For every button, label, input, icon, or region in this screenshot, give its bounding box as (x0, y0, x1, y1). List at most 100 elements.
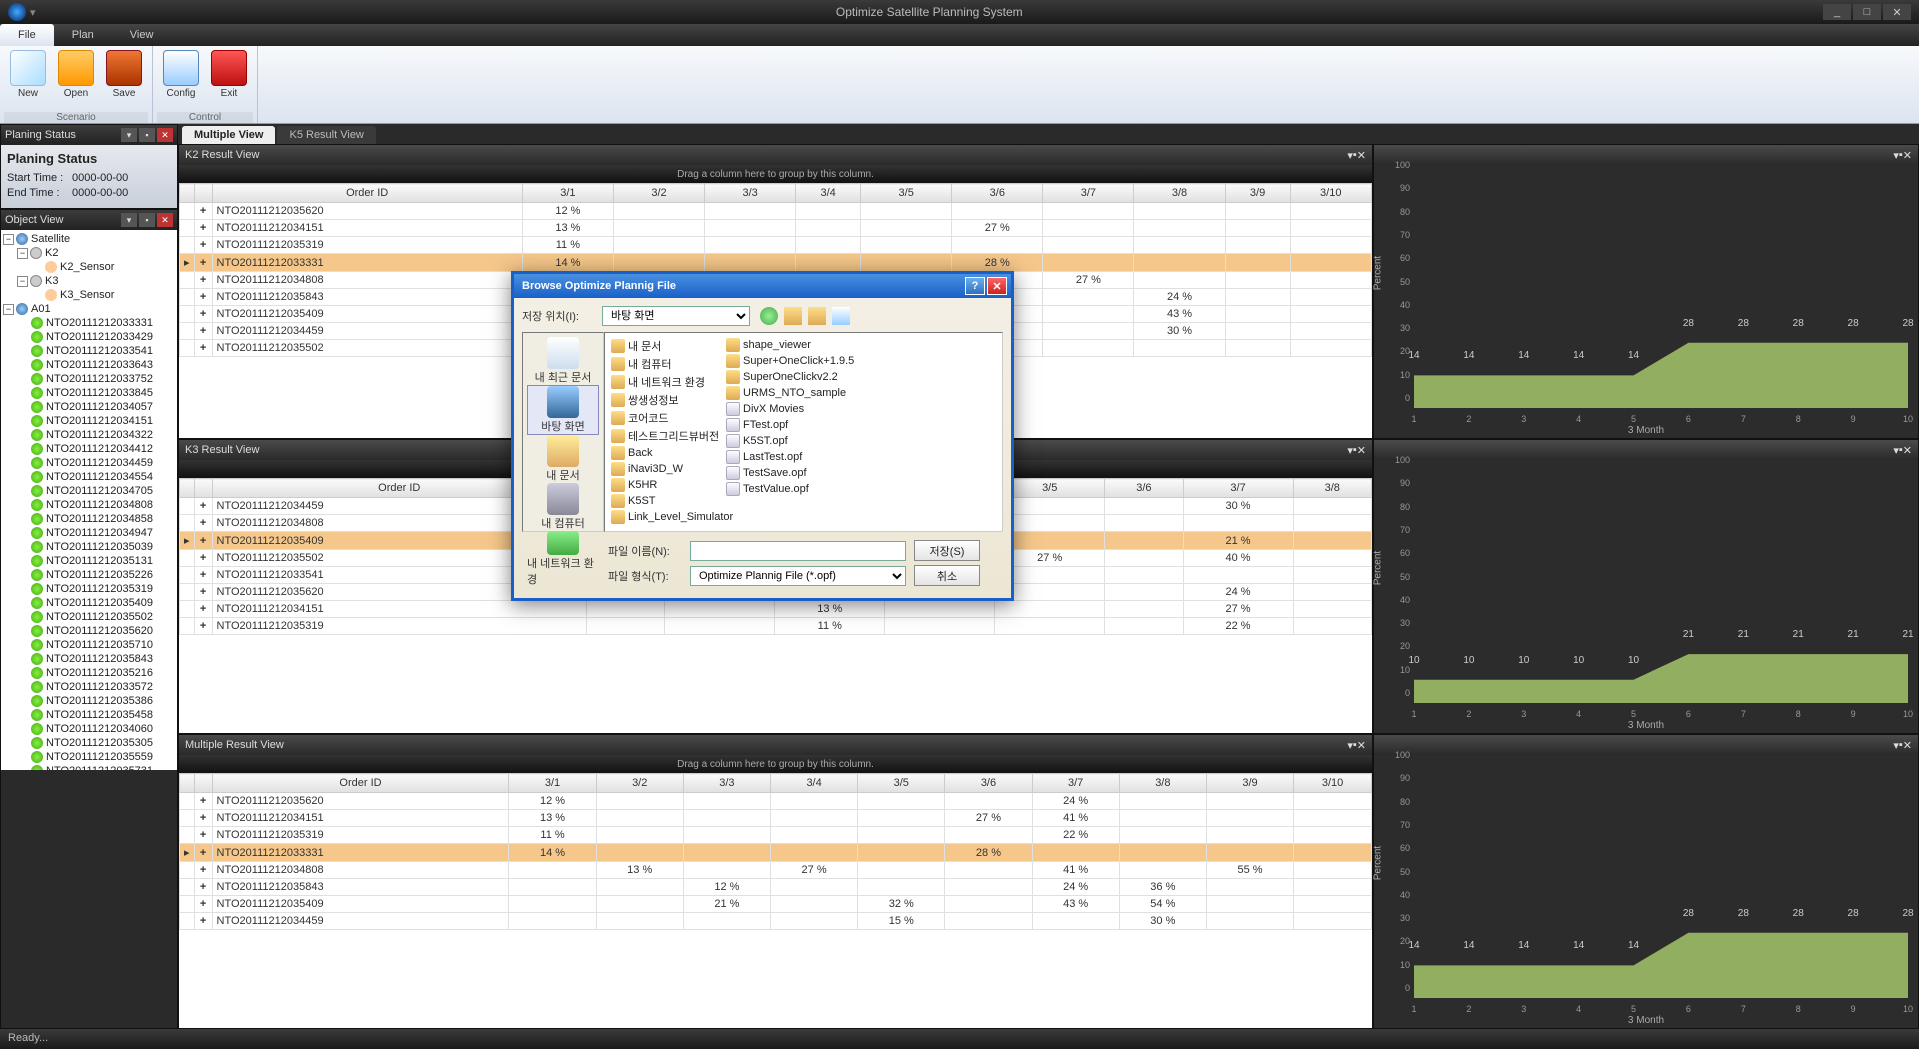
save-button[interactable]: Save (100, 48, 148, 101)
panel-dropdown-icon[interactable]: ▾ (121, 128, 137, 142)
open-icon (58, 50, 94, 86)
maximize-button[interactable]: □ (1853, 4, 1881, 20)
file-item[interactable]: K5ST.opf (724, 433, 839, 449)
k2-chart: 0102030405060708090100123456789101414141… (1414, 175, 1908, 408)
file-item[interactable]: TestSave.opf (724, 465, 839, 481)
ribbon: New Open Save Scenario Config Exit Contr… (0, 46, 1919, 124)
desktop-icon (547, 386, 579, 418)
file-item[interactable]: FTest.opf (724, 417, 839, 433)
mult-chart-view: ▾▪✕ Percent01020304050607080901001234567… (1373, 734, 1919, 1029)
file-item[interactable]: 내 문서 (609, 337, 724, 355)
chart-xlabel: 3 Month (1628, 425, 1664, 436)
up-icon[interactable] (784, 307, 802, 325)
panel-close-icon[interactable]: ✕ (1357, 739, 1366, 752)
end-time-value: 0000-00-00 (72, 187, 128, 199)
place-computer[interactable]: 내 컴퓨터 (527, 483, 599, 531)
file-item[interactable]: 내 네트워크 환경 (609, 373, 724, 391)
panel-close-icon[interactable]: ✕ (1903, 444, 1912, 457)
folder-icon (611, 393, 625, 407)
place-recent[interactable]: 내 최근 문서 (527, 337, 599, 385)
filename-label: 파일 이름(N): (608, 543, 690, 559)
start-time-label: Start Time : (7, 172, 72, 184)
panel-close-icon[interactable]: ✕ (1903, 149, 1912, 162)
file-item[interactable]: Back (609, 445, 724, 461)
panel-close-icon[interactable]: ✕ (1357, 444, 1366, 457)
file-item[interactable]: TestValue.opf (724, 481, 839, 497)
object-tree[interactable]: −Satellite−K2K2_Sensor−K3K3_Sensor−A01NT… (1, 230, 177, 770)
file-item[interactable]: 코어코드 (609, 409, 724, 427)
place-desktop[interactable]: 바탕 화면 (527, 385, 599, 435)
file-item[interactable]: iNavi3D_W (609, 461, 724, 477)
filetype-label: 파일 형식(T): (608, 568, 690, 584)
config-button[interactable]: Config (157, 48, 205, 101)
panel-close-icon[interactable]: ✕ (1357, 149, 1366, 162)
new-button[interactable]: New (4, 48, 52, 101)
cancel-dialog-button[interactable]: 취소 (914, 565, 980, 586)
location-select[interactable]: 바탕 화면 (602, 306, 750, 326)
panel-close-icon[interactable]: ✕ (157, 213, 173, 227)
file-item[interactable]: URMS_NTO_sample (724, 385, 839, 401)
panel-close-icon[interactable]: ✕ (157, 128, 173, 142)
chart-xlabel: 3 Month (1628, 720, 1664, 731)
file-item[interactable]: LastTest.opf (724, 449, 839, 465)
tab-file[interactable]: File (0, 24, 54, 46)
close-button[interactable]: ✕ (1883, 4, 1911, 20)
new-folder-icon[interactable] (808, 307, 826, 325)
tab-view[interactable]: View (112, 24, 172, 46)
file-item[interactable]: 내 컴퓨터 (609, 355, 724, 373)
save-dialog-button[interactable]: 저장(S) (914, 540, 980, 561)
file-icon (726, 434, 740, 448)
menubar: File Plan View (0, 24, 1919, 46)
app-logo-icon (8, 3, 26, 21)
filetype-select[interactable]: Optimize Plannig File (*.opf) (690, 566, 906, 586)
chart-ylabel: Percent (1373, 845, 1384, 879)
file-list[interactable]: 내 문서내 컴퓨터내 네트워크 환경쌍생성정보코어코드테스트그리드뷰버전Back… (604, 332, 1003, 532)
group-hint[interactable]: Drag a column here to group by this colu… (179, 755, 1372, 773)
filename-input[interactable] (690, 541, 906, 561)
file-item[interactable]: 테스트그리드뷰버전 (609, 427, 724, 445)
file-item[interactable]: SuperOneClickv2.2 (724, 369, 839, 385)
back-icon[interactable] (760, 307, 778, 325)
tab-multiple-view[interactable]: Multiple View (182, 126, 275, 144)
folder-icon (611, 510, 625, 524)
folder-icon (611, 478, 625, 492)
folder-icon (611, 375, 625, 389)
place-network[interactable]: 내 네트워크 환경 (527, 531, 599, 587)
group-hint[interactable]: Drag a column here to group by this colu… (179, 165, 1372, 183)
file-item[interactable]: K5HR (609, 477, 724, 493)
folder-icon (611, 429, 625, 443)
tab-plan[interactable]: Plan (54, 24, 112, 46)
file-item[interactable]: Super+OneClick+1.9.5 (724, 353, 839, 369)
chart-ylabel: Percent (1373, 255, 1384, 289)
folder-icon (611, 411, 625, 425)
planing-heading: Planing Status (7, 151, 171, 166)
dialog-help-icon[interactable]: ? (965, 277, 985, 295)
file-item[interactable]: shape_viewer (724, 337, 839, 353)
panel-pin-icon[interactable]: ▪ (139, 128, 155, 142)
tab-k5-result[interactable]: K5 Result View (277, 126, 375, 144)
dialog-close-icon[interactable]: ✕ (987, 277, 1007, 295)
new-icon (10, 50, 46, 86)
panel-pin-icon[interactable]: ▪ (139, 213, 155, 227)
file-item[interactable]: DivX Movies (724, 401, 839, 417)
file-item[interactable]: Link_Level_Simulator (609, 509, 724, 525)
planing-status-panel: Planing Status▾▪✕ Planing Status Start T… (0, 124, 178, 209)
mult-grid[interactable]: Order ID3/13/23/33/43/53/63/73/83/93/10+… (179, 773, 1372, 930)
view-mode-icon[interactable] (832, 307, 850, 325)
file-icon (726, 418, 740, 432)
panel-dropdown-icon[interactable]: ▾ (121, 213, 137, 227)
exit-icon (211, 50, 247, 86)
places-bar: 내 최근 문서 바탕 화면 내 문서 내 컴퓨터 내 네트워크 환경 (522, 332, 604, 532)
file-item[interactable]: K5ST (609, 493, 724, 509)
exit-button[interactable]: Exit (205, 48, 253, 101)
place-docs[interactable]: 내 문서 (527, 435, 599, 483)
minimize-button[interactable]: _ (1823, 4, 1851, 20)
file-item[interactable]: 쌍생성정보 (609, 391, 724, 409)
open-button[interactable]: Open (52, 48, 100, 101)
panel-close-icon[interactable]: ✕ (1903, 739, 1912, 752)
file-icon (726, 482, 740, 496)
titlebar: ▾ Optimize Satellite Planning System _ □… (0, 0, 1919, 24)
status-bar: Ready... (0, 1029, 1919, 1049)
save-icon (106, 50, 142, 86)
file-icon (726, 466, 740, 480)
